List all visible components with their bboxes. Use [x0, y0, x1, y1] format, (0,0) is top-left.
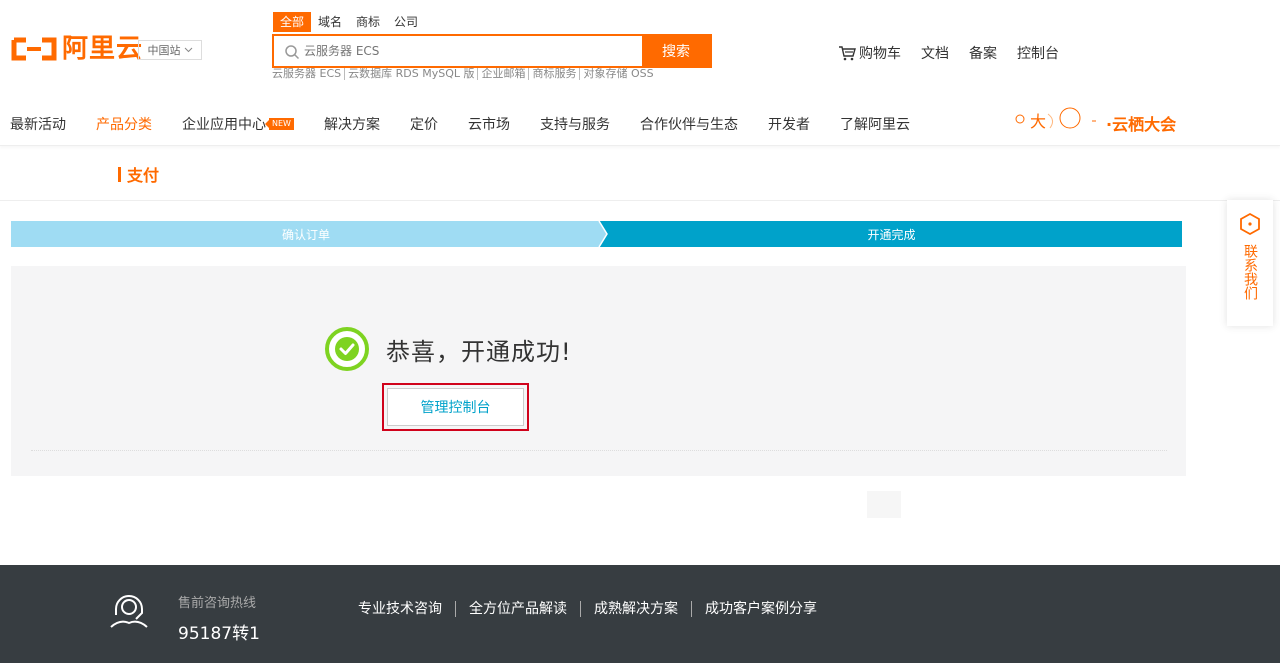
nav-item-pricing[interactable]: 定价 [410, 114, 438, 134]
highlight-frame: 管理控制台 [382, 383, 529, 431]
nav-item-marketplace[interactable]: 云市场 [468, 114, 510, 134]
nav-items: 最新活动 产品分类 企业应用中心 NEW 解决方案 定价 云市场 支持与服务 合作… [10, 114, 910, 134]
footer-link-product-guide[interactable]: 全方位产品解读 [456, 601, 581, 617]
nav-item-label: 产品分类 [96, 117, 152, 133]
hot-link-trademark[interactable]: 商标服务 [529, 68, 581, 80]
svg-text:大: 大 [1030, 112, 1046, 131]
nav-item-developers[interactable]: 开发者 [768, 114, 810, 134]
chat-icon [1240, 212, 1260, 236]
search-scope-tabs: 全部 域名 商标 公司 [273, 12, 425, 32]
step-activation-complete: 开通完成 [867, 227, 916, 242]
nav-item-enterprise-apps[interactable]: 企业应用中心 NEW [182, 114, 294, 134]
footer: 售前咨询热线 95187转1 专业技术咨询 全方位产品解读 成熟解决方案 成功客… [0, 565, 1280, 663]
nav-item-about[interactable]: 了解阿里云 [840, 114, 910, 134]
search-box: 搜索 [272, 34, 712, 68]
promo-text: ·云栖大会 [1106, 115, 1177, 134]
search-icon [285, 45, 300, 60]
hot-search-links: 云服务器 ECS 云数据库 RDS MySQL 版 企业邮箱 商标服务 对象存储… [272, 68, 657, 80]
nav-item-label: 云市场 [467, 117, 510, 133]
headset-icon [110, 595, 148, 628]
hot-link-mail[interactable]: 企业邮箱 [478, 68, 530, 80]
contact-us-sidebar[interactable]: 联系我们 [1227, 200, 1273, 326]
logo-text: 阿里云 [62, 34, 144, 64]
hotline-label: 售前咨询热线 [178, 596, 257, 611]
footer-link-solutions[interactable]: 成熟解决方案 [581, 601, 692, 617]
footer-links: 专业技术咨询 全方位产品解读 成熟解决方案 成功客户案例分享 [358, 601, 830, 617]
page-title-text: 支付 [127, 166, 160, 185]
nav-item-products[interactable]: 产品分类 [96, 114, 152, 134]
success-check-icon [325, 327, 369, 371]
region-label: 中国站 [147, 44, 181, 57]
cart-label: 购物车 [859, 46, 901, 62]
search-tab-company[interactable]: 公司 [387, 12, 425, 32]
cart-link[interactable]: 购物车 [838, 43, 901, 63]
hot-link-rds[interactable]: 云数据库 RDS MySQL 版 [345, 68, 479, 80]
cart-icon [839, 46, 856, 61]
footer-link-tech-consult[interactable]: 专业技术咨询 [358, 601, 456, 617]
console-button[interactable]: 管理控制台 [387, 388, 524, 426]
success-panel: 恭喜，开通成功! 管理控制台 [11, 266, 1186, 476]
search-button[interactable]: 搜索 [642, 36, 710, 66]
success-row: 恭喜，开通成功! [324, 326, 572, 372]
nav-item-label: 定价 [409, 117, 438, 133]
page-title: 支付 [118, 162, 159, 186]
dotted-divider [31, 450, 1167, 451]
success-message: 恭喜，开通成功! [386, 337, 572, 366]
yunqi-conference-banner[interactable]: 大 ·云栖大会 [1012, 104, 1192, 138]
step-confirm-order: 确认订单 [281, 227, 330, 242]
region-select[interactable]: 中国站 [138, 40, 202, 60]
hot-link-ecs[interactable]: 云服务器 ECS [272, 68, 346, 80]
new-badge: NEW [265, 118, 294, 130]
nav-item-solutions[interactable]: 解决方案 [324, 114, 380, 134]
search-tab-domain[interactable]: 域名 [311, 12, 349, 32]
nav-item-label: 企业应用中心 [182, 117, 266, 133]
nav-item-label: 合作伙伴与生态 [639, 117, 738, 133]
contact-us-label: 联系我们 [1242, 244, 1258, 300]
hot-link-oss[interactable]: 对象存储 OSS [580, 68, 656, 80]
console-link[interactable]: 控制台 [1017, 43, 1059, 63]
top-right-links: 购物车 文档 备案 控制台 [838, 43, 1079, 63]
nav-item-label: 解决方案 [323, 117, 380, 133]
aliyun-logo[interactable]: 阿里云 [10, 36, 143, 62]
search-input[interactable] [274, 36, 642, 66]
nav-item-label: 开发者 [767, 117, 810, 133]
promo-decoration-icon: 大 [1015, 107, 1096, 131]
docs-link[interactable]: 文档 [921, 43, 949, 63]
title-bar [118, 166, 121, 182]
nav-item-label: 最新活动 [10, 117, 66, 133]
nav-item-label: 了解阿里云 [839, 117, 910, 133]
search-tab-all[interactable]: 全部 [273, 12, 312, 32]
aliyun-logo-icon [11, 37, 57, 61]
chevron-down-icon [184, 47, 192, 53]
footer-link-cases[interactable]: 成功客户案例分享 [692, 601, 830, 617]
nav-item-partners[interactable]: 合作伙伴与生态 [640, 114, 738, 134]
nav-item-support[interactable]: 支持与服务 [540, 114, 610, 134]
search-tab-trademark[interactable]: 商标 [349, 12, 387, 32]
hotline-number: 95187转1 [178, 624, 260, 644]
progress-steps: 确认订单 开通完成 [11, 221, 1182, 247]
record-link[interactable]: 备案 [969, 43, 997, 63]
placeholder-box [867, 491, 901, 518]
divider [0, 200, 1280, 201]
nav-item-label: 支持与服务 [539, 117, 610, 133]
nav-item-latest[interactable]: 最新活动 [10, 114, 66, 134]
